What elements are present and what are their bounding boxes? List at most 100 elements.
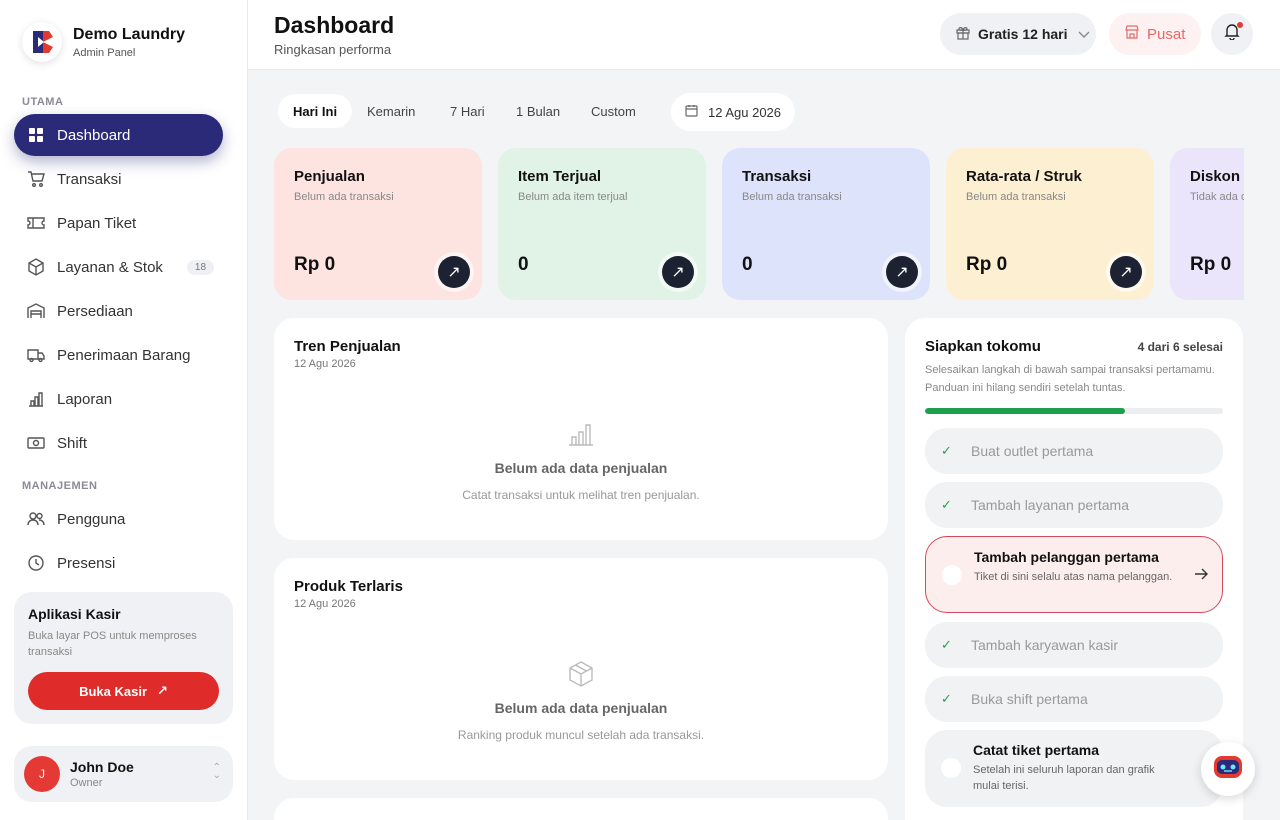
stat-title: Diskon [1190, 168, 1241, 185]
open-kasir-label: Buka Kasir [79, 683, 147, 699]
empty-state-title: Belum ada data penjualan [494, 460, 668, 476]
arrow-up-right-icon[interactable]: ↗ [1110, 256, 1142, 288]
stat-value: 0 [742, 254, 753, 275]
gift-icon [956, 26, 970, 43]
sidebar-item-persediaan[interactable]: Persediaan [14, 290, 223, 332]
setup-step-layanan[interactable]: ✓ Tambah layanan pertama [925, 482, 1223, 528]
panel-date: 12 Agu 2026 [294, 598, 356, 610]
notifications-button[interactable] [1211, 13, 1253, 55]
sidebar-item-dashboard[interactable]: Dashboard [14, 114, 223, 156]
open-kasir-button[interactable]: Buka Kasir ↗ [28, 672, 219, 710]
topbar: Dashboard Ringkasan performa Gratis 12 h… [248, 0, 1280, 70]
stat-subtitle: Belum ada transaksi [294, 191, 394, 203]
stat-title: Rata-rata / Struk [966, 168, 1082, 185]
page-subtitle: Ringkasan performa [274, 42, 392, 57]
setup-step-outlet[interactable]: ✓ Buat outlet pertama [925, 428, 1223, 474]
arrow-up-right-icon[interactable]: ↗ [886, 256, 918, 288]
sidebar-item-label: Papan Tiket [57, 214, 137, 232]
kasir-description: Buka layar POS untuk memproses transaksi [28, 630, 197, 658]
sidebar-item-transaksi[interactable]: Transaksi [14, 158, 223, 200]
user-menu[interactable]: J John Doe Owner ⌃ ⌄ [14, 746, 233, 802]
sidebar-item-label: Layanan & Stok [57, 258, 163, 276]
ticket-icon [27, 214, 45, 232]
step-description: Tiket di sini selalu atas nama pelanggan… [974, 571, 1173, 583]
sidebar-item-label: Persediaan [57, 302, 133, 320]
cart-icon [27, 170, 45, 188]
sidebar-item-label: Shift [57, 434, 88, 452]
check-icon: ✓ [941, 691, 952, 706]
sidebar-item-penerimaan-barang[interactable]: Penerimaan Barang [14, 334, 223, 376]
stat-value: Rp 0 [294, 254, 336, 275]
arrow-up-right-icon[interactable]: ↗ [662, 256, 694, 288]
external-arrow-icon: ↗ [157, 683, 168, 698]
arrow-right-icon [1194, 567, 1208, 585]
bar-chart-icon [27, 390, 45, 408]
brand[interactable]: Demo Laundry Admin Panel [22, 22, 185, 62]
stat-title: Penjualan [294, 168, 365, 185]
truck-icon [27, 346, 45, 364]
filter-tab-7-hari[interactable]: 7 Hari [450, 94, 485, 128]
sidebar-item-label: Dashboard [57, 126, 131, 144]
assistant-bot-button[interactable] [1201, 742, 1255, 796]
setup-count: 4 dari 6 selesai [1137, 340, 1223, 354]
sidebar-item-label: Penerimaan Barang [57, 346, 191, 364]
filter-tab-1-bulan[interactable]: 1 Bulan [516, 94, 560, 128]
third-panel [274, 798, 888, 820]
panel-title: Produk Terlaris [294, 578, 403, 595]
step-title: Catat tiket pertama [973, 742, 1100, 758]
sidebar-item-shift[interactable]: Shift [14, 422, 223, 464]
brand-name: Demo Laundry [73, 25, 186, 43]
avatar: J [24, 756, 60, 792]
setup-step-shift[interactable]: ✓ Buka shift pertama [925, 676, 1223, 722]
setup-title: Siapkan tokomu [925, 338, 1041, 355]
filter-tab-custom[interactable]: Custom [591, 94, 636, 128]
setup-step-karyawan[interactable]: ✓ Tambah karyawan kasir [925, 622, 1223, 668]
top-products-panel: Produk Terlaris 12 Agu 2026 Belum ada da… [274, 558, 888, 780]
sidebar-item-label: Pengguna [57, 510, 126, 528]
filter-tab-hari-ini[interactable]: Hari Ini [278, 94, 353, 128]
chevron-down-icon [1078, 26, 1090, 42]
sidebar-item-presensi[interactable]: Presensi [14, 542, 223, 584]
stat-title: Transaksi [742, 168, 812, 185]
setup-progress-bar [925, 408, 1223, 414]
chevron-up-down-icon: ⌃ ⌄ [212, 762, 221, 781]
sidebar: Demo Laundry Admin Panel UTAMA Dashboard… [0, 0, 248, 820]
stat-subtitle: Tidak ada diskon [1190, 191, 1244, 203]
date-picker[interactable]: 12 Agu 2026 [671, 93, 795, 131]
setup-step-tiket[interactable]: Catat tiket pertama Setelah ini seluruh … [925, 730, 1223, 807]
section-label-manajemen: MANAJEMEN [22, 480, 98, 492]
clock-icon [27, 554, 45, 572]
store-icon [1125, 25, 1139, 43]
sales-trend-panel: Tren Penjualan 12 Agu 2026 Belum ada dat… [274, 318, 888, 540]
date-value: 12 Agu 2026 [708, 104, 782, 120]
panel-title: Tren Penjualan [294, 338, 401, 355]
plan-label: Gratis 12 hari [978, 26, 1068, 42]
stat-subtitle: Belum ada transaksi [966, 191, 1066, 203]
stat-subtitle: Belum ada transaksi [742, 191, 842, 203]
sidebar-item-papan-tiket[interactable]: Papan Tiket [14, 202, 223, 244]
empty-state-title: Belum ada data penjualan [494, 700, 668, 716]
step-circle-icon [941, 758, 961, 778]
pusat-label: Pusat [1147, 25, 1186, 43]
filter-tab-kemarin[interactable]: Kemarin [367, 94, 415, 128]
check-icon: ✓ [941, 637, 952, 652]
check-icon: ✓ [941, 443, 952, 458]
step-description: Setelah ini seluruh laporan dan grafik m… [973, 764, 1155, 792]
bar-chart-icon [274, 422, 888, 446]
sidebar-item-laporan[interactable]: Laporan [14, 378, 223, 420]
user-name: John Doe [70, 759, 134, 775]
step-title: Buka shift pertama [971, 691, 1088, 707]
stat-card-penjualan: Penjualan Belum ada transaksi Rp 0 ↗ [274, 148, 482, 300]
stat-subtitle: Belum ada item terjual [518, 191, 628, 203]
calendar-icon [685, 104, 698, 120]
setup-step-pelanggan[interactable]: Tambah pelanggan pertama Tiket di sini s… [925, 536, 1223, 613]
stat-value: 0 [518, 254, 529, 275]
sidebar-item-pengguna[interactable]: Pengguna [14, 498, 223, 540]
pusat-button[interactable]: Pusat [1109, 13, 1201, 55]
step-circle-icon [942, 565, 962, 585]
setup-description: Selesaikan langkah di bawah sampai trans… [925, 364, 1215, 394]
sidebar-item-layanan-stok[interactable]: Layanan & Stok 18 [14, 246, 223, 288]
brand-subtitle: Admin Panel [73, 46, 136, 59]
arrow-up-right-icon[interactable]: ↗ [438, 256, 470, 288]
plan-dropdown[interactable]: Gratis 12 hari [940, 13, 1096, 55]
